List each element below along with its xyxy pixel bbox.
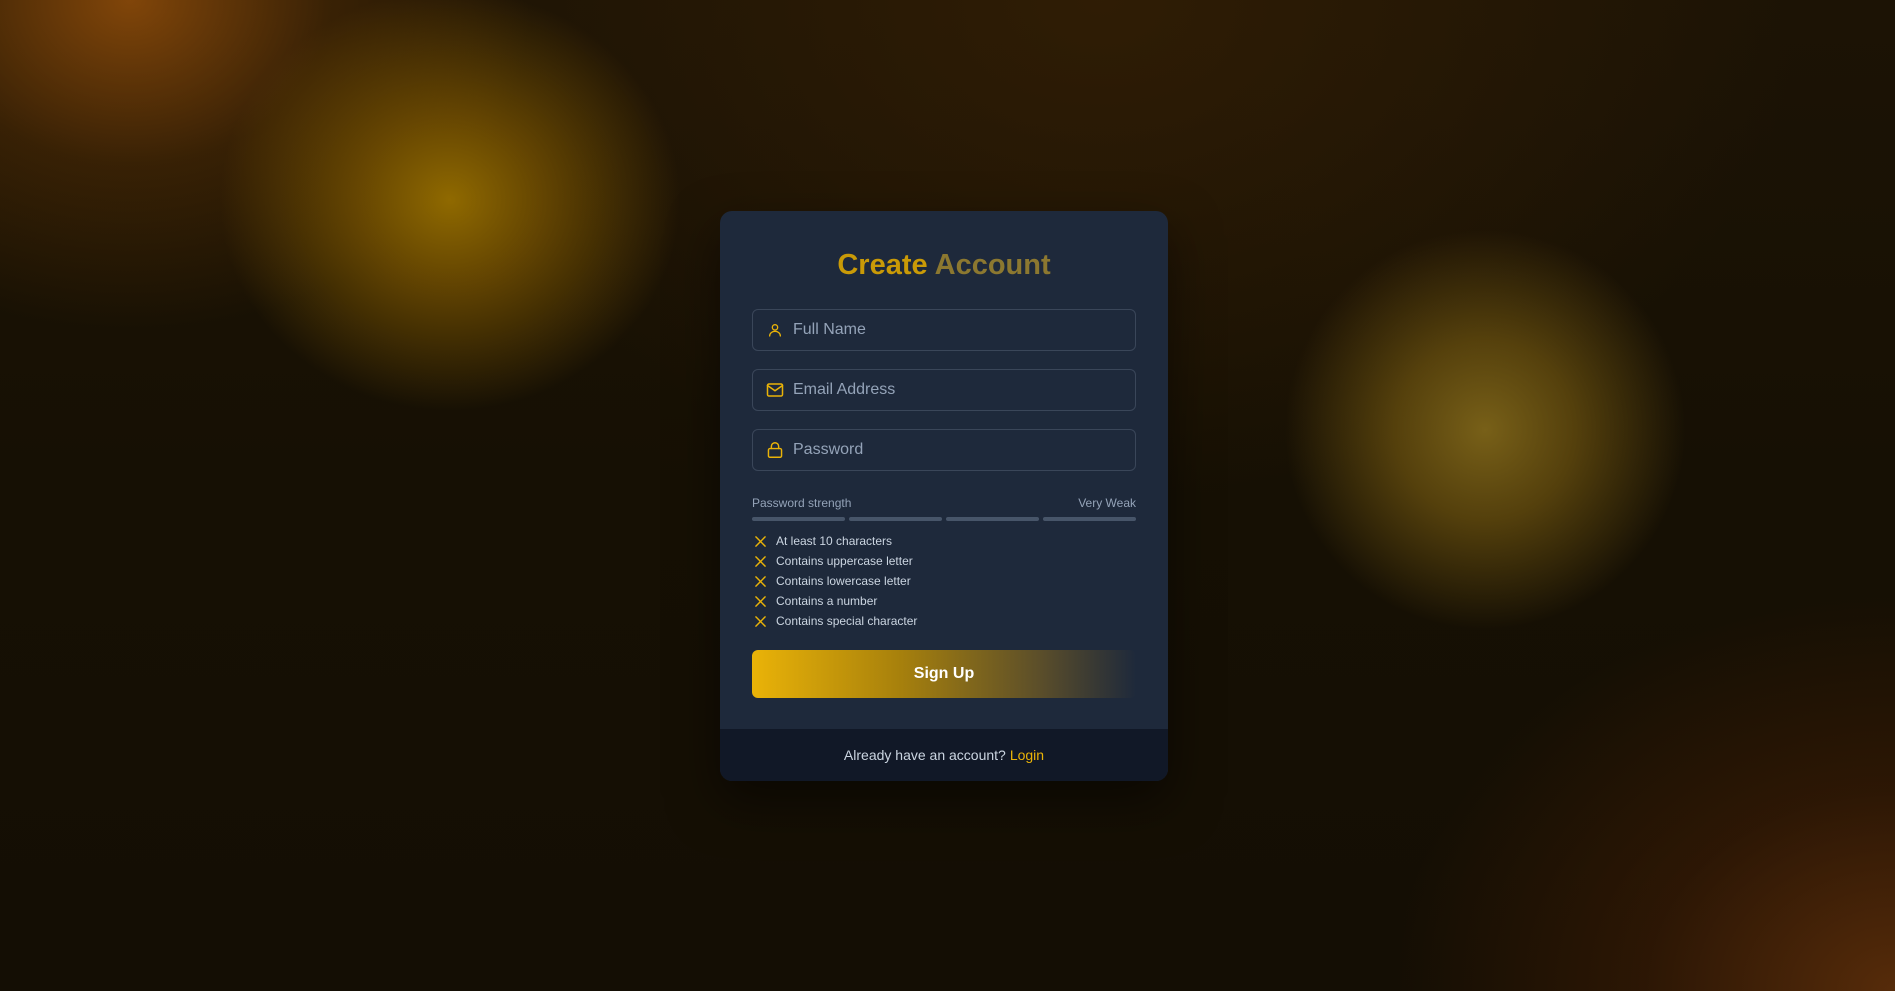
- lock-icon: [765, 440, 785, 460]
- password-input[interactable]: [793, 430, 1135, 470]
- login-prompt: Already have an account?: [843, 747, 1006, 763]
- strength-segment: [1043, 517, 1136, 521]
- user-icon: [765, 320, 785, 340]
- email-field[interactable]: [752, 369, 1136, 411]
- login-link[interactable]: Login: [1010, 747, 1044, 763]
- requirement-text: At least 10 characters: [776, 534, 893, 548]
- password-requirements-list: At least 10 characters Contains uppercas…: [752, 531, 1136, 631]
- x-icon: [753, 594, 767, 608]
- requirement-uppercase: Contains uppercase letter: [752, 551, 1136, 571]
- x-icon: [753, 574, 767, 588]
- x-icon: [753, 534, 767, 548]
- strength-segment: [946, 517, 1039, 521]
- email-input[interactable]: [793, 370, 1135, 410]
- card-footer: Already have an account? Login: [720, 729, 1168, 781]
- signup-form: Create Account Password strength Very We…: [720, 211, 1168, 698]
- full-name-field[interactable]: [752, 309, 1136, 351]
- requirement-lowercase: Contains lowercase letter: [752, 571, 1136, 591]
- mail-icon: [765, 380, 785, 400]
- requirement-number: Contains a number: [752, 591, 1136, 611]
- requirement-text: Contains a number: [776, 594, 878, 608]
- signup-card: Create Account Password strength Very We…: [720, 211, 1168, 781]
- x-icon: [753, 614, 767, 628]
- password-strength-label: Password strength: [752, 496, 852, 510]
- sign-up-button[interactable]: Sign Up: [752, 650, 1136, 698]
- requirement-text: Contains lowercase letter: [776, 574, 911, 588]
- title-word-create: Create: [837, 249, 928, 281]
- password-strength-header: Password strength Very Weak: [752, 496, 1136, 510]
- strength-segment: [849, 517, 942, 521]
- x-icon: [753, 554, 767, 568]
- requirement-text: Contains uppercase letter: [776, 554, 913, 568]
- password-strength-meter: [752, 517, 1136, 521]
- password-strength-value: Very Weak: [1078, 496, 1136, 510]
- requirement-min-length: At least 10 characters: [752, 531, 1136, 551]
- strength-segment: [752, 517, 845, 521]
- requirement-text: Contains special character: [776, 614, 918, 628]
- requirement-special-char: Contains special character: [752, 611, 1136, 631]
- page-title: Create Account: [752, 211, 1136, 285]
- title-word-account: Account: [934, 249, 1051, 281]
- password-field[interactable]: [752, 429, 1136, 471]
- full-name-input[interactable]: [793, 310, 1135, 350]
